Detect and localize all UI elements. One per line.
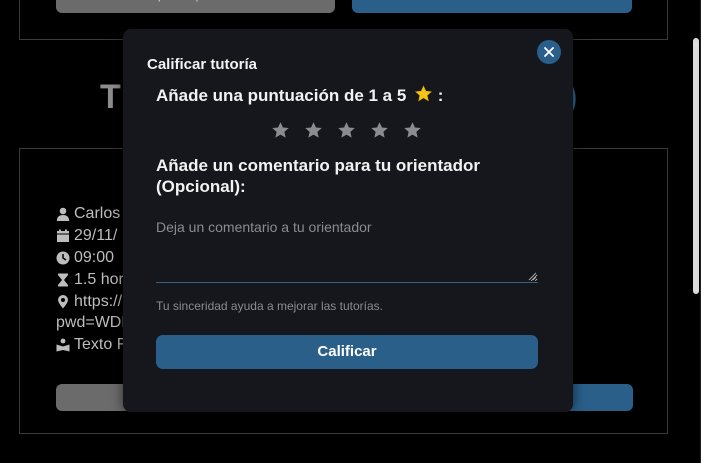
close-icon	[544, 47, 554, 57]
resize-handle-icon[interactable]	[528, 272, 537, 281]
tutor-name-row: Carlos	[56, 205, 120, 223]
star-1-button[interactable]	[271, 121, 290, 140]
score-label-colon: :	[437, 86, 444, 105]
duration-row: 1.5 hora	[56, 271, 133, 289]
rate-tutoring-modal: Calificar tutoría Añade una puntuación d…	[123, 29, 573, 412]
star-emoji-icon	[415, 85, 433, 102]
tutor-name: Carlos	[74, 205, 121, 222]
clock-icon	[56, 251, 70, 265]
score-label: Añade una puntuación de 1 a 5 :	[156, 85, 443, 106]
star-2-button[interactable]	[304, 121, 323, 140]
star-4-button[interactable]	[370, 121, 389, 140]
date-row: 29/11/	[56, 227, 117, 245]
close-modal-button[interactable]	[537, 40, 561, 64]
location-pin-icon	[58, 295, 68, 309]
session-topic: Texto F	[74, 336, 127, 353]
scrollbar-thumb[interactable]	[693, 38, 699, 294]
book-reader-icon	[56, 338, 70, 352]
page: Reportar problema Calificar tutoría T ) …	[0, 0, 701, 463]
meeting-link-continued[interactable]: pwd=WDF	[56, 314, 131, 332]
session-date: 29/11/	[74, 227, 118, 244]
comment-label: Añade un comentario para tu orientador (…	[156, 156, 480, 196]
rating-stars	[271, 121, 422, 140]
link-row-continued: pwd=WDF	[56, 314, 131, 332]
rate-tutoring-button[interactable]: Calificar tutoría	[352, 0, 632, 13]
comment-textarea[interactable]	[156, 213, 538, 283]
calendar-icon	[57, 229, 69, 242]
link-row: https://	[56, 293, 122, 311]
submit-rating-button[interactable]: Calificar	[156, 335, 538, 369]
user-icon	[56, 207, 70, 221]
star-3-button[interactable]	[337, 121, 356, 140]
page-scrollbar[interactable]	[691, 0, 701, 463]
session-time: 09:00	[74, 249, 115, 266]
topic-row: Texto F	[56, 336, 126, 354]
page-heading-fragment: T	[100, 78, 121, 116]
report-problem-button[interactable]: Reportar problema	[56, 0, 335, 13]
helper-text: Tu sinceridad ayuda a mejorar las tutorí…	[156, 299, 383, 313]
time-row: 09:00	[56, 249, 114, 267]
star-5-button[interactable]	[403, 121, 422, 140]
score-label-text: Añade una puntuación de 1 a 5	[156, 86, 407, 105]
modal-title: Calificar tutoría	[147, 56, 258, 73]
hourglass-icon	[58, 273, 68, 287]
meeting-link[interactable]: https://	[74, 293, 122, 311]
